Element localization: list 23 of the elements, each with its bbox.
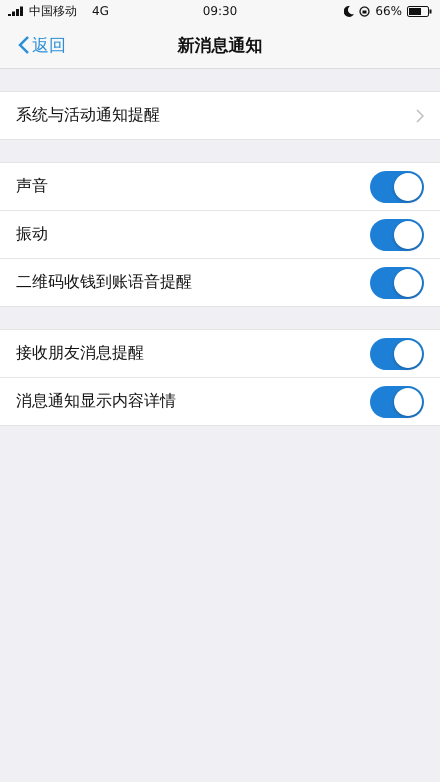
clock-time: 09:30: [202, 4, 238, 18]
row-label: 二维码收钱到账语音提醒: [16, 272, 192, 293]
row-label: 系统与活动通知提醒: [16, 105, 160, 126]
toggle-switch[interactable]: [370, 386, 424, 418]
row-label: 声音: [16, 176, 48, 197]
row-label: 振动: [16, 224, 48, 245]
rotation-lock-icon: [359, 6, 370, 16]
row-label: 接收朋友消息提醒: [16, 343, 144, 364]
row-label: 消息通知显示内容详情: [16, 391, 176, 412]
toggle-switch[interactable]: [370, 218, 424, 250]
network-type: 4G: [92, 4, 109, 18]
chevron-right-icon: [416, 108, 424, 122]
battery-percent: 66%: [375, 4, 402, 18]
toggle-switch[interactable]: [370, 170, 424, 202]
signal-icon: [8, 6, 24, 16]
moon-icon: [344, 6, 354, 16]
settings-link-row[interactable]: 系统与活动通知提醒: [0, 92, 440, 139]
carrier-name: 中国移动: [29, 2, 77, 20]
battery-icon: [407, 6, 432, 16]
page-title: 新消息通知: [178, 34, 262, 56]
chevron-left-icon: [18, 35, 30, 55]
toggle-switch[interactable]: [370, 266, 424, 298]
toggle-switch[interactable]: [370, 338, 424, 370]
